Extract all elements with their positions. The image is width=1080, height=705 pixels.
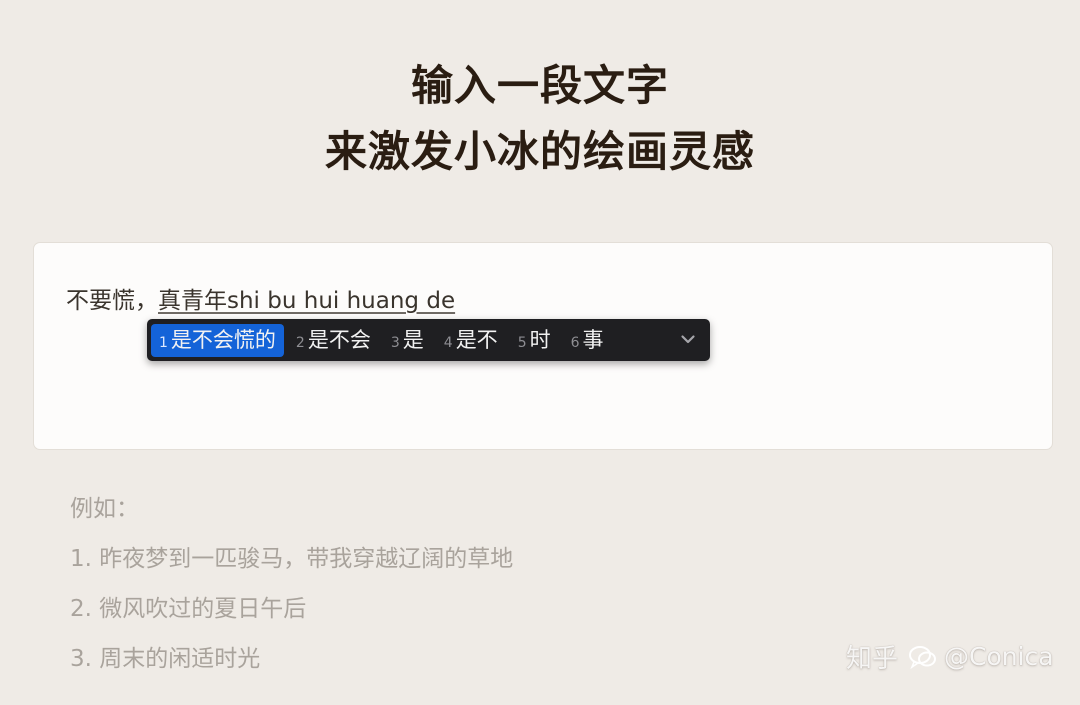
input-text-line[interactable]: 不要慌，真青年shi bu hui huang de xyxy=(66,281,455,315)
candidate-text: 是不 xyxy=(455,327,498,352)
candidate-number: 1 xyxy=(159,334,168,351)
candidate-number: 4 xyxy=(443,334,453,351)
ime-candidate-6[interactable]: 6 事 xyxy=(563,324,612,357)
composing-pinyin-text: shi bu hui huang de xyxy=(227,288,456,314)
candidate-text: 事 xyxy=(582,327,604,352)
example-item: 3. 周末的闲适时光 xyxy=(70,646,261,672)
chevron-down-icon[interactable] xyxy=(678,329,698,349)
ime-candidate-1[interactable]: 1 是不会慌的 xyxy=(151,323,284,357)
watermark: 知乎 @Conica xyxy=(846,638,1054,675)
watermark-site: 知乎 xyxy=(846,644,899,674)
committed-text: 不要慌， xyxy=(66,288,158,314)
examples-section: 例如： 1. 昨夜梦到一匹骏马，带我穿越辽阔的草地 2. 微风吹过的夏日午后 3… xyxy=(70,492,513,692)
candidate-number: 3 xyxy=(390,334,400,351)
page-title-line-1: 输入一段文字 xyxy=(410,61,669,110)
ime-candidate-3[interactable]: 3 是 xyxy=(383,324,432,357)
candidate-text: 是 xyxy=(402,327,424,352)
candidate-number: 5 xyxy=(517,334,527,351)
ime-candidate-2[interactable]: 2 是不会 xyxy=(288,324,379,357)
example-item: 1. 昨夜梦到一匹骏马，带我穿越辽阔的草地 xyxy=(70,546,514,572)
composing-converted-text: 真青年 xyxy=(158,288,227,314)
watermark-account: @Conica xyxy=(944,642,1054,671)
candidate-text: 时 xyxy=(529,327,551,352)
candidate-number: 2 xyxy=(295,334,305,351)
ime-candidate-bar: 1 是不会慌的 2 是不会 3 是 4 是不 5 时 6 事 xyxy=(147,319,710,361)
ime-candidate-4[interactable]: 4 是不 xyxy=(436,324,506,357)
page-title-line-2: 来激发小冰的绘画灵感 xyxy=(324,127,755,176)
ime-candidate-5[interactable]: 5 时 xyxy=(510,324,559,357)
candidate-text: 是不会 xyxy=(307,327,371,352)
example-item: 2. 微风吹过的夏日午后 xyxy=(70,596,307,622)
wechat-icon xyxy=(908,644,938,670)
candidate-text: 是不会慌的 xyxy=(170,327,276,352)
examples-title: 例如： xyxy=(70,496,139,522)
candidate-number: 6 xyxy=(570,334,580,351)
